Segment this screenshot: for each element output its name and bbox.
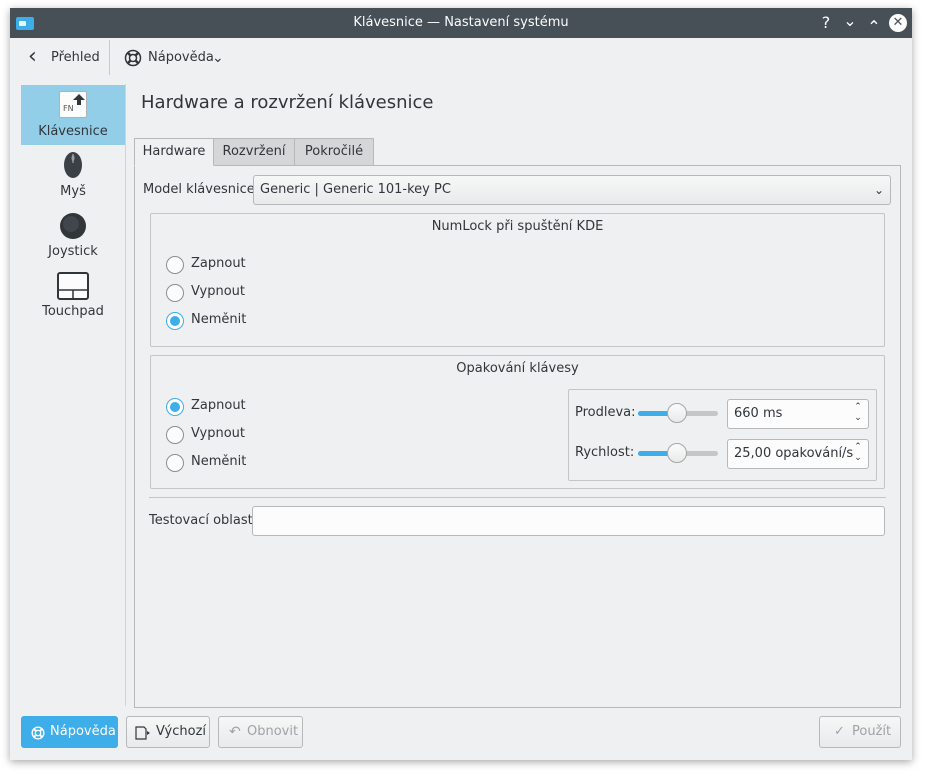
close-icon[interactable]: ✕ — [889, 14, 907, 32]
numlock-radio-off-label: Vypnout — [191, 284, 246, 299]
back-label: Přehled — [51, 50, 100, 65]
repeat-radio-unchanged[interactable] — [166, 454, 184, 472]
sidebar-item-label: Klávesnice — [38, 124, 108, 139]
help-icon[interactable]: ? — [815, 12, 837, 34]
page-title: Hardware a rozvržení klávesnice — [141, 92, 434, 113]
back-button[interactable]: ‹ Přehled — [22, 44, 104, 72]
rate-value: 25,00 opakování/s — [734, 446, 854, 461]
key-repeat-group-title: Opakování klávesy — [456, 361, 579, 376]
rate-label: Rychlost: — [575, 445, 635, 460]
sidebar-item-label: Touchpad — [42, 304, 104, 319]
test-area-label: Testovací oblast: — [149, 513, 258, 528]
sidebar-item-keyboard[interactable]: FN Klávesnice — [21, 85, 125, 145]
mouse-icon — [64, 152, 82, 178]
apply-button[interactable]: ✓ Použít — [819, 716, 901, 748]
keyboard-model-select[interactable]: Generic | Generic 101-key PC ⌄ — [253, 175, 891, 205]
touchpad-icon — [57, 272, 89, 300]
sidebar-item-label: Joystick — [48, 244, 98, 259]
sidebar-item-joystick[interactable]: Joystick — [21, 205, 125, 265]
numlock-group: NumLock při spuštění KDE — [150, 213, 885, 347]
toolbar-divider — [109, 40, 110, 75]
repeat-radio-unchanged-label: Neměnit — [191, 454, 247, 469]
reset-button[interactable]: ↶ Obnovit — [218, 716, 303, 748]
rate-slider-handle[interactable] — [667, 443, 687, 463]
maximize-icon[interactable]: ⌃ — [863, 16, 885, 38]
undo-icon: ↶ — [229, 724, 241, 740]
chevron-down-icon: ⌄ — [212, 50, 224, 66]
spin-arrows-icon[interactable]: ⌃ ⌄ — [852, 402, 864, 424]
title-bar: Klávesnice — Nastavení systému ? ⌄ ⌃ ✕ — [10, 8, 912, 38]
defaults-button[interactable]: Výchozí — [126, 716, 210, 748]
footer-help-button[interactable]: Nápověda — [21, 716, 118, 748]
window-title: Klávesnice — Nastavení systému — [353, 15, 569, 30]
keyboard-model-value: Generic | Generic 101-key PC — [260, 182, 451, 197]
spin-arrows-icon[interactable]: ⌃ ⌄ — [852, 442, 864, 464]
repeat-radio-off[interactable] — [166, 426, 184, 444]
lifebuoy-icon — [124, 49, 142, 67]
reset-label: Obnovit — [247, 724, 299, 739]
sidebar-item-mouse[interactable]: Myš — [21, 145, 125, 205]
delay-spinbox[interactable]: 660 ms ⌃ ⌄ — [727, 399, 869, 429]
numlock-radio-on-label: Zapnout — [191, 256, 246, 271]
repeat-radio-off-label: Vypnout — [191, 426, 246, 441]
checkmark-icon: ✓ — [834, 724, 845, 739]
repeat-radio-on-label: Zapnout — [191, 398, 246, 413]
delay-value: 660 ms — [734, 406, 783, 421]
minimize-icon[interactable]: ⌄ — [839, 10, 861, 32]
model-label: Model klávesnice: — [143, 182, 260, 197]
numlock-radio-unchanged[interactable] — [166, 312, 184, 330]
tab-hardware[interactable]: Hardware — [134, 138, 214, 166]
keyboard-fn-icon: FN — [59, 91, 87, 118]
tab-layout[interactable]: Rozvržení — [213, 138, 295, 166]
numlock-radio-on[interactable] — [166, 256, 184, 274]
lifebuoy-icon — [31, 726, 45, 740]
joystick-icon — [60, 213, 86, 239]
footer-help-label: Nápověda — [50, 724, 116, 739]
apply-label: Použít — [852, 724, 892, 739]
rate-spinbox[interactable]: 25,00 opakování/s ⌃ ⌄ — [727, 439, 869, 469]
chevron-left-icon: ‹ — [28, 44, 37, 69]
tab-advanced[interactable]: Pokročilé — [294, 138, 374, 166]
sidebar-item-touchpad[interactable]: Touchpad — [21, 265, 125, 325]
numlock-radio-off[interactable] — [166, 284, 184, 302]
delay-label: Prodleva: — [575, 405, 636, 420]
delay-slider-handle[interactable] — [667, 403, 687, 423]
toolbar-help-button[interactable]: Nápověda ⌄ — [118, 44, 228, 74]
repeat-radio-on[interactable] — [166, 398, 184, 416]
chevron-down-icon: ⌄ — [873, 183, 884, 197]
document-reset-icon — [135, 726, 150, 740]
toolbar-help-label: Nápověda — [148, 50, 214, 65]
section-divider — [149, 497, 886, 498]
numlock-group-title: NumLock při spuštění KDE — [431, 219, 604, 234]
sidebar-item-label: Myš — [60, 184, 86, 199]
test-area-input[interactable] — [252, 506, 885, 536]
defaults-label: Výchozí — [156, 724, 207, 739]
numlock-radio-unchanged-label: Neměnit — [191, 312, 247, 327]
